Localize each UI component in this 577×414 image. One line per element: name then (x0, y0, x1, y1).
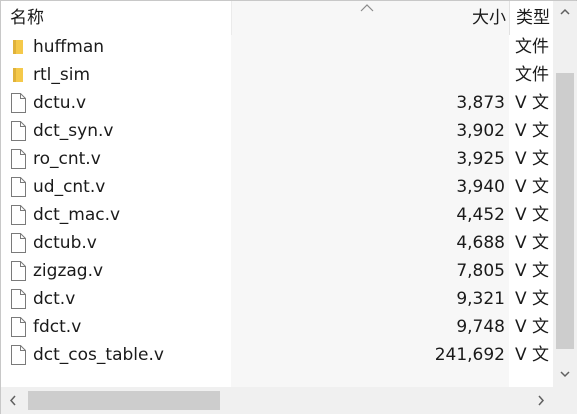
file-type: V 文 (515, 317, 550, 337)
scroll-right-button[interactable] (529, 387, 553, 414)
file-size: 4,688 (456, 233, 505, 253)
name-column-header[interactable]: 名称 (10, 1, 230, 35)
file-list-window: 名称 大小 类型 huffman 文件 rtl_sim 文件 dctu.v 3,873 V … (0, 0, 577, 414)
file-row[interactable]: dctu.v 3,873 V 文 (1, 89, 553, 117)
file-type: V 文 (515, 149, 550, 169)
file-row[interactable]: ud_cnt.v 3,940 V 文 (1, 173, 553, 201)
file-name: dctu.v (33, 93, 87, 113)
file-icon (10, 121, 26, 141)
file-name: dct_cos_table.v (33, 345, 164, 365)
file-icon (10, 177, 26, 197)
file-name: huffman (33, 37, 105, 57)
file-icon (10, 233, 26, 253)
file-name: ro_cnt.v (33, 149, 101, 169)
horizontal-scrollbar[interactable] (1, 387, 553, 414)
file-size: 9,748 (456, 317, 505, 337)
scroll-down-button[interactable] (553, 363, 577, 385)
file-size: 3,902 (456, 121, 505, 141)
file-row[interactable]: dct_syn.v 3,902 V 文 (1, 117, 553, 145)
file-size: 241,692 (434, 345, 505, 365)
vertical-scroll-thumb[interactable] (556, 73, 574, 349)
file-type: V 文 (515, 205, 550, 225)
file-type: 文件 (515, 37, 549, 57)
file-size: 4,452 (456, 205, 505, 225)
file-icon (10, 93, 26, 113)
file-size: 7,805 (456, 261, 505, 281)
chevron-down-icon (560, 371, 570, 378)
file-icon (10, 205, 26, 225)
file-type: 文件 (515, 65, 549, 85)
file-name: dct_syn.v (33, 121, 114, 141)
file-size: 3,940 (456, 177, 505, 197)
chevron-left-icon (9, 395, 16, 406)
folder-icon (10, 65, 26, 85)
chevron-right-icon (538, 395, 545, 406)
file-name: zigzag.v (33, 261, 104, 281)
file-icon (10, 317, 26, 337)
scrollbar-corner (553, 387, 577, 414)
file-name: fdct.v (33, 317, 82, 337)
file-list: huffman 文件 rtl_sim 文件 dctu.v 3,873 V 文 dct_syn.… (1, 33, 553, 387)
file-icon (10, 289, 26, 309)
file-row[interactable]: dctub.v 4,688 V 文 (1, 229, 553, 257)
file-icon (10, 261, 26, 281)
file-row[interactable]: rtl_sim 文件 (1, 61, 553, 89)
file-row[interactable]: zigzag.v 7,805 V 文 (1, 257, 553, 285)
file-name: rtl_sim (33, 65, 91, 85)
file-row[interactable]: dct.v 9,321 V 文 (1, 285, 553, 313)
file-type: V 文 (515, 177, 550, 197)
horizontal-scroll-thumb[interactable] (28, 391, 220, 410)
sort-ascending-icon (360, 4, 374, 12)
file-row[interactable]: huffman 文件 (1, 33, 553, 61)
file-type: V 文 (515, 345, 550, 365)
file-size: 9,321 (456, 289, 505, 309)
type-column-header[interactable]: 类型 (509, 1, 553, 35)
file-name: ud_cnt.v (33, 177, 106, 197)
file-type: V 文 (515, 121, 550, 141)
file-size: 3,925 (456, 149, 505, 169)
file-type: V 文 (515, 233, 550, 253)
file-row[interactable]: ro_cnt.v 3,925 V 文 (1, 145, 553, 173)
file-row[interactable]: dct_mac.v 4,452 V 文 (1, 201, 553, 229)
file-icon (10, 149, 26, 169)
file-name: dctub.v (33, 233, 97, 253)
scroll-up-button[interactable] (553, 1, 577, 23)
chevron-up-icon (560, 8, 570, 15)
folder-icon (10, 37, 26, 57)
file-type: V 文 (515, 261, 550, 281)
scroll-left-button[interactable] (1, 387, 25, 414)
file-type: V 文 (515, 289, 550, 309)
file-name: dct_mac.v (33, 205, 121, 225)
file-row[interactable]: fdct.v 9,748 V 文 (1, 313, 553, 341)
file-name: dct.v (33, 289, 76, 309)
vertical-scrollbar[interactable] (553, 1, 577, 387)
file-icon (10, 345, 26, 365)
file-type: V 文 (515, 93, 550, 113)
file-row[interactable]: dct_cos_table.v 241,692 V 文 (1, 341, 553, 369)
file-size: 3,873 (456, 93, 505, 113)
column-header: 名称 大小 类型 (1, 1, 553, 35)
